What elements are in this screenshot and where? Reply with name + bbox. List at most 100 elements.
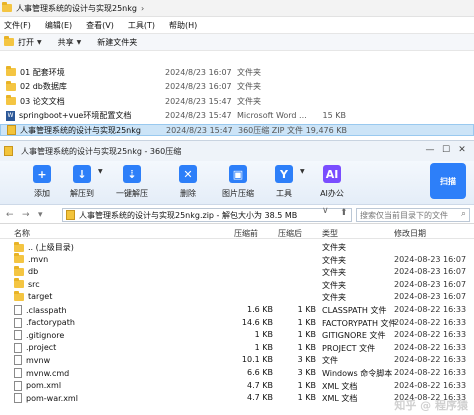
- archive-entry-row[interactable]: mvnw 10.1 KB 3 KB 文件 2024-08-22 16:33: [0, 354, 474, 366]
- menu-view[interactable]: 查看(V): [86, 20, 114, 31]
- entry-type: XML 文档: [322, 394, 358, 404]
- toolbar-button-image-compress[interactable]: ▣ 图片压缩: [214, 165, 262, 199]
- file-name: Wspringboot+vue环境配置文档: [6, 110, 131, 121]
- toolbar-button-label: AI办公: [320, 189, 344, 198]
- toolbar-button-label: 添加: [34, 189, 50, 198]
- file-icon: [14, 330, 22, 341]
- column-type[interactable]: 类型: [322, 228, 338, 239]
- column-size-before[interactable]: 压缩前: [234, 228, 258, 239]
- entry-name: src: [14, 278, 40, 289]
- entry-size-after: 1 KB: [297, 342, 316, 352]
- file-icon: [14, 317, 22, 328]
- entry-type: Windows 命令脚本: [322, 369, 393, 378]
- menu-tools[interactable]: 工具(T): [128, 20, 155, 31]
- address-field[interactable]: 人事管理系统的设计与实现25nkg.zip - 解包大小为 38.5 MB: [62, 208, 352, 222]
- file-row[interactable]: 人事管理系统的设计与实现25nkg 2024/8/23 15:47 360压缩 ZI…: [0, 124, 474, 137]
- column-size-after[interactable]: 压缩后: [278, 228, 302, 239]
- entry-modified-date: 2024-08-23 16:07: [394, 292, 467, 302]
- add-icon: +: [33, 165, 51, 183]
- address-text: 人事管理系统的设计与实现25nkg.zip - 解包大小为 38.5 MB: [79, 210, 298, 220]
- file-date: 2024/8/23 15:47: [165, 111, 232, 121]
- toolbar-button-delete[interactable]: ✕ 删除: [164, 165, 212, 199]
- entry-modified-date: 2024-08-22 16:33: [394, 342, 467, 352]
- window-controls: — ☐ ✕: [422, 145, 470, 155]
- chevron-down-icon[interactable]: ▼: [98, 168, 103, 175]
- entry-modified-date: 2024-08-22 16:33: [394, 305, 467, 314]
- file-name: 人事管理系统的设计与实现25nkg: [7, 125, 141, 136]
- entry-name: mvnw.cmd: [14, 368, 69, 378]
- archive-entry-row[interactable]: target 文件夹 2024-08-23 16:07: [0, 290, 474, 303]
- open-label: 打开: [18, 37, 34, 47]
- zip-icon: [7, 125, 16, 136]
- file-row[interactable]: Wspringboot+vue环境配置文档 2024/8/23 15:47 Micr…: [0, 110, 474, 122]
- minimize-icon[interactable]: —: [422, 145, 438, 155]
- toolbar-button-ai-office[interactable]: AI AI办公: [308, 165, 356, 199]
- entry-modified-date: 2024-08-22 16:33: [394, 368, 467, 377]
- toolbar-button-one-click-extract[interactable]: ⇣ 一键解压: [108, 165, 156, 199]
- archive-entry-row[interactable]: .mvn 文件夹 2024-08-23 16:07: [0, 253, 474, 266]
- close-icon[interactable]: ✕: [454, 145, 470, 155]
- menu-edit[interactable]: 编辑(E): [45, 20, 72, 31]
- toolbar-button-label: 一键解压: [116, 189, 148, 198]
- forward-arrow-icon[interactable]: →: [22, 210, 30, 220]
- share-button[interactable]: 共享 ▼: [58, 37, 82, 48]
- archive-entry-row[interactable]: mvnw.cmd 6.6 KB 3 KB Windows 命令脚本 2024-08-22…: [0, 367, 474, 379]
- scan-button[interactable]: 扫描: [430, 163, 466, 199]
- archive-entry-row[interactable]: db 文件夹 2024-08-23 16:07: [0, 265, 474, 278]
- share-label: 共享: [57, 37, 74, 47]
- entry-name-text: .classpath: [26, 305, 67, 315]
- entry-size-before: 1.6 KB: [247, 305, 273, 314]
- archive-entry-row[interactable]: .project 1 KB 1 KB PROJECT 文件 2024-08-22 16:…: [0, 342, 474, 354]
- file-row[interactable]: 03 论文文档 2024/8/23 15:47 文件夹: [0, 95, 474, 107]
- column-modified-date[interactable]: 修改日期: [394, 228, 426, 239]
- folder-icon: [14, 278, 24, 289]
- file-row[interactable]: 01 配套环境 2024/8/23 16:07 文件夹: [0, 66, 474, 78]
- entry-size-after: 1 KB: [297, 317, 316, 327]
- menu-help[interactable]: 帮助(H): [169, 20, 197, 31]
- chevron-down-icon[interactable]: ∨: [322, 206, 329, 216]
- file-size: 19,476 KB: [305, 125, 347, 135]
- archive-entry-row[interactable]: .gitignore 1 KB 1 KB GITIGNORE 文件 2024-08-22…: [0, 329, 474, 341]
- back-arrow-icon[interactable]: ←: [6, 210, 14, 220]
- entry-name-text: .mvn: [28, 254, 49, 264]
- entry-size-after: 3 KB: [297, 368, 316, 377]
- entry-name: .factorypath: [14, 317, 75, 328]
- delete-icon: ✕: [179, 165, 197, 183]
- archive-entry-row[interactable]: .factorypath 14.6 KB 1 KB FACTORYPATH 文件 202…: [0, 317, 474, 329]
- toolbar-button-label: 工具: [276, 189, 292, 198]
- entry-name-text: .. (上级目录): [28, 243, 74, 252]
- chevron-down-icon: ▼: [37, 38, 42, 46]
- file-name: 01 配套环境: [6, 66, 65, 78]
- archive-entry-row[interactable]: .classpath 1.6 KB 1 KB CLASSPATH 文件 2024-08-…: [0, 304, 474, 316]
- entry-size-before: 10.1 KB: [241, 355, 273, 365]
- search-input[interactable]: 搜索仅当前目录下的文件 ⌕: [356, 208, 470, 222]
- entry-modified-date: 2024-08-22 16:33: [394, 355, 467, 365]
- file-name-text: 人事管理系统的设计与实现25nkg: [20, 125, 141, 135]
- entry-type: 文件夹: [322, 293, 346, 303]
- column-name[interactable]: 名称: [14, 228, 30, 239]
- archive-entry-row[interactable]: pom.xml 4.7 KB 1 KB XML 文档 2024-08-22 16:33: [0, 380, 474, 392]
- maximize-icon[interactable]: ☐: [438, 145, 454, 155]
- entry-size-after: 1 KB: [297, 305, 316, 314]
- tools-icon: Y: [275, 165, 293, 183]
- archive-entry-row[interactable]: .. (上级目录) 文件夹: [0, 241, 474, 253]
- breadcrumb-item[interactable]: 人事管理系统的设计与实现25nkg ›: [2, 2, 144, 14]
- archive-entry-row[interactable]: src 文件夹 2024-08-23 16:07: [0, 278, 474, 291]
- search-icon[interactable]: ⌕: [461, 209, 466, 219]
- file-name-text: 02 db数据库: [20, 82, 67, 92]
- file-name-text: 01 配套环境: [20, 67, 65, 77]
- chevron-down-icon[interactable]: ▼: [300, 168, 305, 175]
- file-icon: [14, 305, 22, 315]
- entry-name-text: .project: [26, 343, 57, 353]
- file-row[interactable]: 02 db数据库 2024/8/23 16:07 文件夹: [0, 80, 474, 93]
- up-level-icon[interactable]: ⬆: [340, 208, 348, 218]
- explorer-toolbar: 打开 ▼ 共享 ▼ 新建文件夹: [0, 33, 474, 51]
- file-size: 15 KB: [322, 111, 346, 121]
- open-button[interactable]: 打开 ▼: [4, 36, 42, 48]
- menu-file[interactable]: 文件(F): [4, 20, 31, 31]
- file-icon: [14, 368, 22, 378]
- new-folder-button[interactable]: 新建文件夹: [97, 37, 137, 48]
- open-folder-icon: [4, 36, 14, 46]
- entry-modified-date: 2024-08-23 16:07: [394, 279, 467, 289]
- dropdown-arrow-icon[interactable]: ▾: [38, 210, 43, 220]
